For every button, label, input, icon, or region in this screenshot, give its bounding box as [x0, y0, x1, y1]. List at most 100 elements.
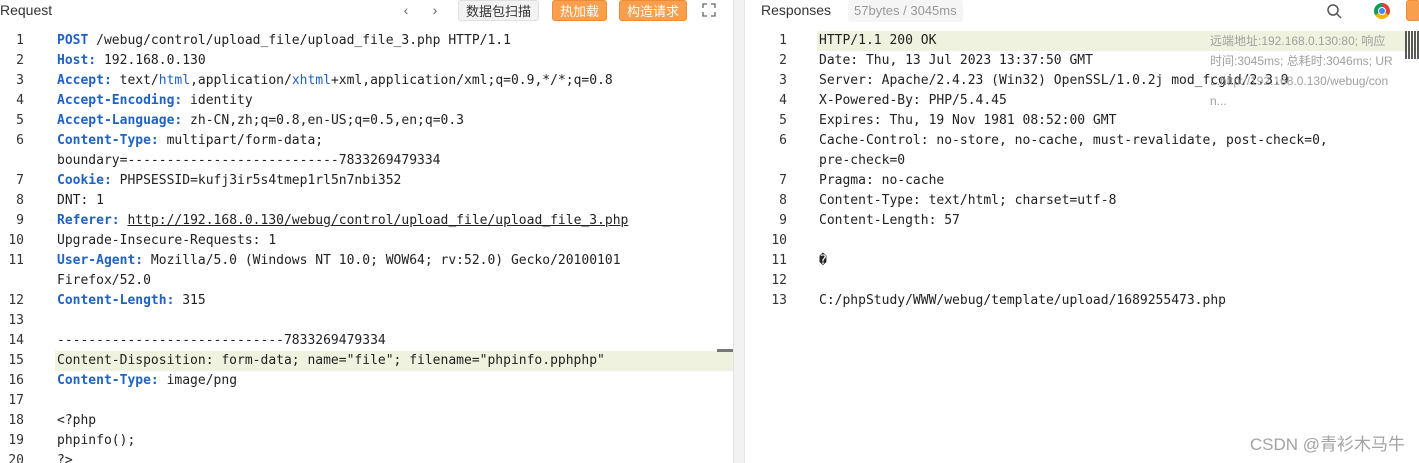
- token: Mozilla/5.0 (Windows NT 10.0; WOW64; rv:…: [143, 253, 621, 268]
- line-number: 7: [16, 173, 24, 188]
- token: 315: [174, 293, 206, 308]
- line-text: �: [819, 251, 827, 271]
- line-text: C:/phpStudy/WWW/webug/template/upload/16…: [819, 291, 1226, 311]
- line-number: 8: [779, 193, 787, 208]
- tooltip-line: 远端地址:192.168.0.130:80; 响应: [1210, 34, 1386, 48]
- line-text: DNT: 1: [57, 191, 104, 211]
- code-line: 12: [745, 271, 1419, 291]
- line-text: ?>: [57, 451, 73, 463]
- code-line: 12 Content-Length: 315: [0, 291, 733, 311]
- token: text/: [111, 73, 159, 88]
- chevron-left-icon[interactable]: ‹: [399, 2, 413, 18]
- line-number: 5: [779, 113, 787, 128]
- token: phpinfo();: [57, 433, 136, 448]
- line-number: 2: [779, 53, 787, 68]
- header-key: Accept-Encoding:: [57, 93, 183, 108]
- line-number: 3: [16, 73, 24, 88]
- line-number: 15: [8, 353, 24, 368]
- token: http://192.168.0.130/webug/control/uploa…: [127, 213, 629, 228]
- token: Upgrade-Insecure-Requests: 1: [57, 233, 277, 248]
- response-toolbar: Responses 57bytes / 3045ms: [745, 0, 1419, 22]
- code-line: 11 User-Agent: Mozilla/5.0 (Windows NT 10…: [0, 251, 733, 271]
- code-line: 8 DNT: 1: [0, 191, 733, 211]
- token: identity: [182, 93, 253, 108]
- line-number: 9: [16, 213, 24, 228]
- expand-icon[interactable]: [701, 2, 717, 18]
- packet-scan-button[interactable]: 数据包扫描: [458, 0, 540, 21]
- line-number: 10: [8, 233, 24, 248]
- code-line: 15 Content-Disposition: form-data; name="…: [8, 351, 733, 371]
- line-number: 13: [8, 313, 24, 328]
- code-line: 6 Cache-Control: no-store, no-cache, must…: [745, 131, 1419, 151]
- line-text: Content-Length: 57: [819, 211, 960, 231]
- token: Cache-Control: no-store, no-cache, must-…: [819, 133, 1328, 148]
- header-key: Content-Type:: [57, 133, 159, 148]
- code-line: 10 Upgrade-Insecure-Requests: 1: [0, 231, 733, 251]
- token: +xml,application/xml;q=0.9,*/*;q=0.8: [330, 73, 613, 88]
- line-text: Date: Thu, 13 Jul 2023 13:37:50 GMT: [819, 51, 1093, 71]
- token: Date: Thu, 13 Jul 2023 13:37:50 GMT: [819, 53, 1093, 68]
- line-text: Accept-Language: zh-CN,zh;q=0.8,en-US;q=…: [57, 111, 464, 131]
- tooltip-line: n...: [1210, 94, 1227, 108]
- response-title: Responses: [761, 2, 832, 18]
- line-number: 8: [16, 193, 24, 208]
- header-key: POST: [57, 33, 89, 48]
- code-line: 4 Accept-Encoding: identity: [0, 91, 733, 111]
- line-number: 6: [779, 133, 787, 148]
- hot-load-button[interactable]: 热加载: [552, 0, 608, 21]
- code-line: 9 Content-Length: 57: [745, 211, 1419, 231]
- qr-code-icon: [1405, 31, 1419, 59]
- code-line: 19 phpinfo();: [0, 431, 733, 451]
- token: boundary=---------------------------7833…: [57, 153, 441, 168]
- line-text: Content-Type: text/html; charset=utf-8: [819, 191, 1116, 211]
- request-title: Request: [0, 2, 53, 18]
- code-line: 18 <?php: [0, 411, 733, 431]
- token: pre-check=0: [819, 153, 906, 168]
- tooltip-line: L:http://192.168.0.130/webug/con: [1210, 74, 1389, 88]
- line-number: 12: [771, 273, 787, 288]
- token: multipart/form-data;: [158, 133, 324, 148]
- code-line: 3 Accept: text/html,application/xhtml+xml…: [0, 71, 733, 91]
- line-text: Content-Disposition: form-data; name="fi…: [57, 351, 605, 371]
- line-text: POST /webug/control/upload_file/upload_f…: [57, 31, 511, 51]
- pane-splitter[interactable]: [733, 0, 745, 463]
- code-line: 10: [745, 231, 1419, 251]
- line-number: 2: [16, 53, 24, 68]
- code-line: 20 ?>: [0, 451, 733, 463]
- token: C:/phpStudy/WWW/webug/template/upload/16…: [819, 293, 1226, 308]
- line-text: Host: 192.168.0.130: [57, 51, 206, 71]
- line-text: -----------------------------78332694793…: [57, 331, 386, 351]
- token: html: [158, 73, 191, 88]
- line-number: 11: [8, 253, 24, 268]
- line-text: pre-check=0: [819, 151, 905, 171]
- token: ?>: [57, 453, 73, 463]
- chrome-icon[interactable]: [1371, 0, 1393, 22]
- code-line: 13 C:/phpStudy/WWW/webug/template/upload/…: [745, 291, 1419, 311]
- line-number: 16: [8, 373, 24, 388]
- response-size-badge: 57bytes / 3045ms: [848, 0, 963, 22]
- line-number: 4: [779, 93, 787, 108]
- code-line: 2 Host: 192.168.0.130: [0, 51, 733, 71]
- scrollbar-thumb[interactable]: [717, 349, 733, 352]
- code-line: 13: [0, 311, 733, 331]
- line-number: 14: [8, 333, 24, 348]
- line-number: 4: [16, 93, 24, 108]
- token: DNT: 1: [57, 193, 104, 208]
- token: HTTP/1.1 200 OK: [819, 33, 937, 48]
- line-number: 3: [779, 73, 787, 88]
- chevron-right-icon[interactable]: ›: [428, 2, 442, 18]
- token: X-Powered-By: PHP/5.4.45: [819, 93, 1007, 108]
- token: /webug/control/upload_file/upload_file_3…: [88, 33, 511, 48]
- token: Pragma: no-cache: [819, 173, 945, 188]
- line-number: 1: [779, 33, 787, 48]
- code-line: pre-check=0: [745, 151, 1419, 171]
- tooltip-line: 时间:3045ms; 总耗时:3046ms; UR: [1210, 54, 1393, 68]
- build-request-button[interactable]: 构造请求: [619, 0, 688, 21]
- more-button[interactable]: [1406, 0, 1419, 21]
- code-line: 8 Content-Type: text/html; charset=utf-8: [745, 191, 1419, 211]
- line-text: Pragma: no-cache: [819, 171, 944, 191]
- line-text: Referer: http://192.168.0.130/webug/cont…: [57, 211, 628, 231]
- line-number: 18: [8, 413, 24, 428]
- search-icon[interactable]: [1323, 0, 1345, 22]
- token: PHPSESSID=kufj3ir5s4tmep1rl5n7nbi352: [111, 173, 402, 188]
